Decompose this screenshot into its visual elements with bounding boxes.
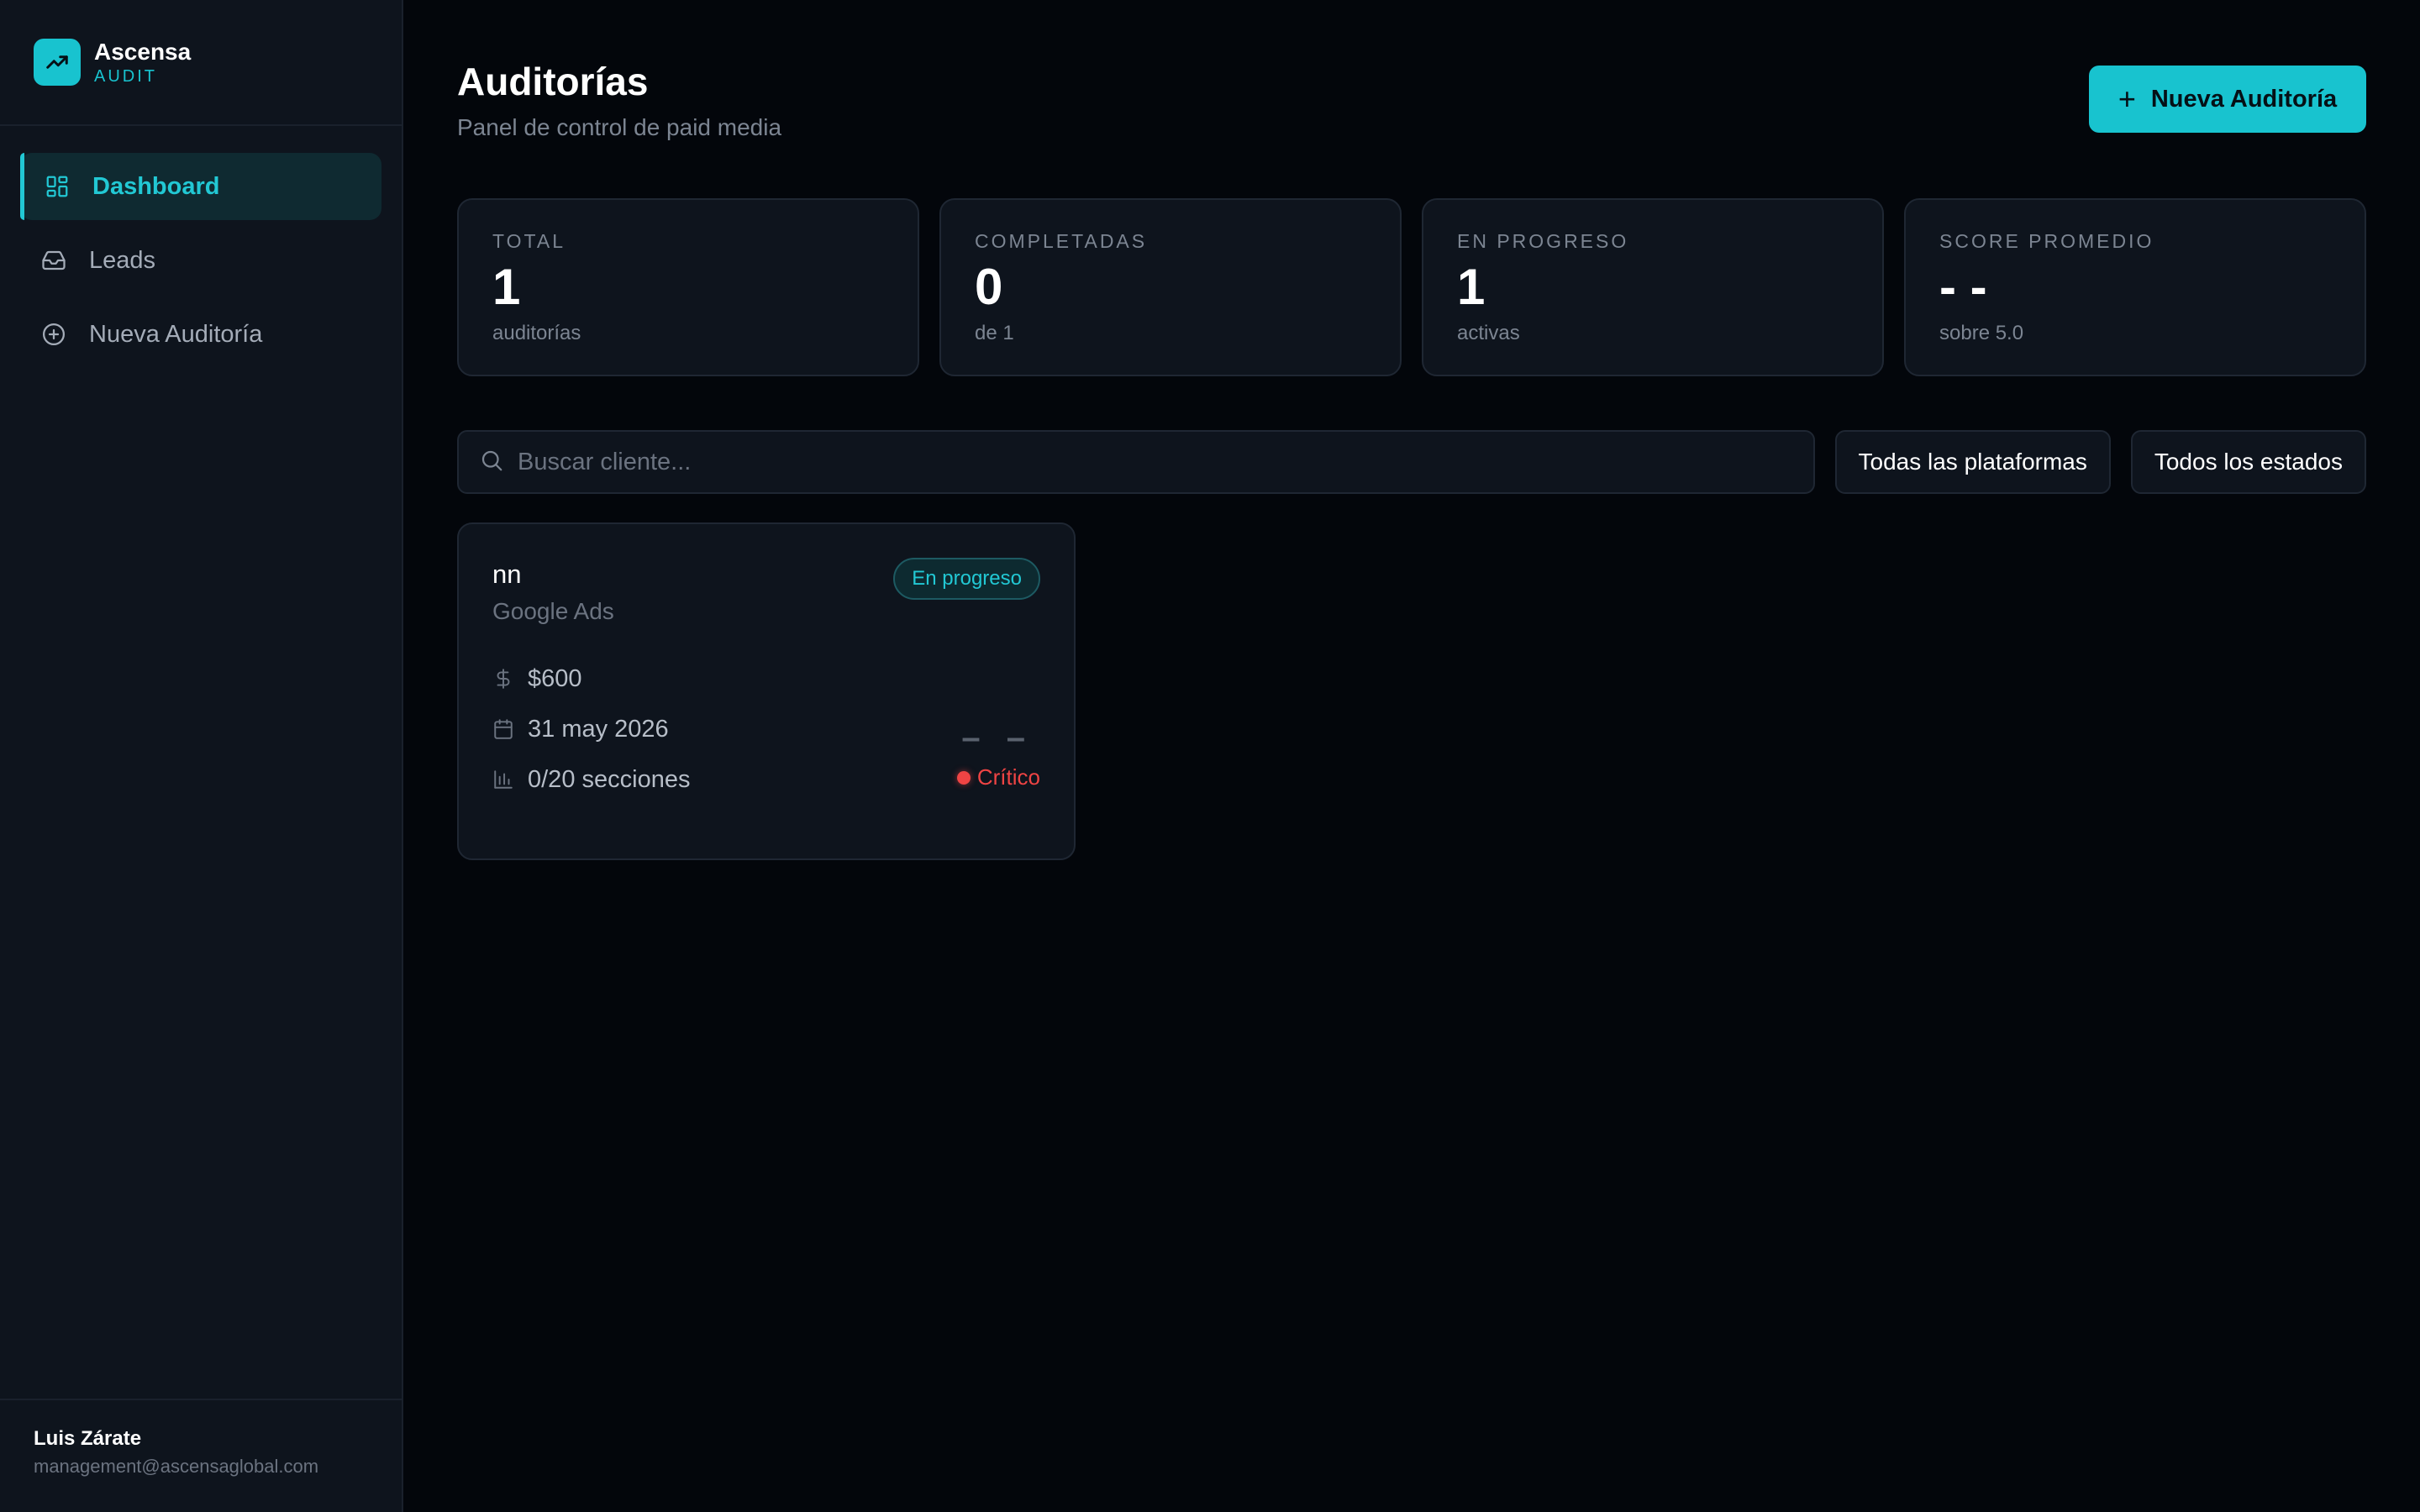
sidebar: Ascensa AUDIT Dashboard Leads Nueva Audi…	[0, 0, 403, 1512]
new-audit-button-label: Nueva Auditoría	[2150, 85, 2338, 113]
sidebar-nav: Dashboard Leads Nueva Auditoría	[0, 126, 402, 368]
audit-sections: 0/20 secciones	[528, 765, 691, 793]
audit-budget-row: $600	[492, 654, 1040, 704]
stat-card-completadas: COMPLETADAS 0 de 1	[939, 198, 1402, 376]
page-header: Auditorías Panel de control de paid medi…	[457, 0, 2366, 198]
status-badge: En progreso	[893, 558, 1040, 600]
audit-date-row: 31 may 2026	[492, 704, 1040, 754]
dashboard-grid-icon	[44, 173, 71, 200]
risk-label: Crítico	[976, 764, 1040, 790]
user-name: Luis Zárate	[34, 1427, 142, 1450]
audit-budget: $600	[528, 664, 582, 692]
plus-circle-icon	[40, 321, 67, 348]
new-audit-button[interactable]: + Nueva Auditoría	[2089, 66, 2366, 133]
calendar-icon	[492, 718, 514, 740]
user-email: management@ascensaglobal.com	[34, 1456, 319, 1477]
filters-bar: Todas las plataformas Todos los estados	[457, 430, 2366, 494]
stat-sub: auditorías	[492, 322, 581, 344]
sidebar-item-label: Dashboard	[92, 172, 220, 200]
brand[interactable]: Ascensa AUDIT	[0, 0, 402, 126]
stat-label: COMPLETADAS	[975, 230, 1148, 252]
sidebar-item-nueva-auditoria[interactable]: Nueva Auditoría	[20, 301, 381, 368]
sidebar-item-dashboard[interactable]: Dashboard	[20, 153, 381, 220]
stat-sub: activas	[1457, 322, 1520, 344]
audit-card[interactable]: nn Google Ads En progreso $600 31 may 20…	[457, 522, 1076, 860]
audit-score: – –	[961, 719, 1034, 756]
risk-dot-icon	[956, 770, 971, 785]
stat-sub: sobre 5.0	[1939, 322, 2024, 344]
stats-row: TOTAL 1 auditorías COMPLETADAS 0 de 1 EN…	[457, 198, 2366, 376]
stat-card-en-progreso: EN PROGRESO 1 activas	[1422, 198, 1884, 376]
search-box[interactable]	[457, 430, 1815, 494]
dollar-icon	[492, 668, 514, 690]
main-content: Auditorías Panel de control de paid medi…	[403, 0, 2420, 1512]
bar-chart-icon	[492, 769, 514, 790]
platform-filter-select[interactable]: Todas las plataformas	[1834, 430, 2111, 494]
stat-value: 1	[492, 259, 521, 315]
sidebar-item-leads[interactable]: Leads	[20, 227, 381, 294]
audit-date: 31 may 2026	[528, 715, 669, 743]
stat-value: 1	[1457, 259, 1486, 315]
brand-subtitle: AUDIT	[94, 67, 157, 86]
sidebar-item-label: Leads	[89, 246, 156, 274]
stat-label: EN PROGRESO	[1457, 230, 1629, 252]
audit-platform: Google Ads	[492, 598, 614, 624]
status-filter-select[interactable]: Todos los estados	[2130, 430, 2366, 494]
sidebar-item-label: Nueva Auditoría	[89, 320, 263, 348]
stat-value: 0	[975, 259, 1003, 315]
plus-icon: +	[2118, 81, 2136, 116]
stat-value: - -	[1939, 259, 1987, 315]
search-icon	[479, 448, 504, 477]
user-profile[interactable]: Luis Zárate management@ascensaglobal.com	[0, 1399, 402, 1512]
trending-up-icon	[34, 39, 81, 86]
inbox-icon	[40, 247, 67, 274]
risk-indicator: Crítico	[956, 764, 1040, 790]
page-title: Auditorías	[457, 60, 649, 103]
stat-label: SCORE PROMEDIO	[1939, 230, 2154, 252]
stat-label: TOTAL	[492, 230, 566, 252]
brand-name: Ascensa	[94, 39, 192, 65]
stat-card-total: TOTAL 1 auditorías	[457, 198, 919, 376]
search-input[interactable]	[518, 448, 1813, 476]
stat-card-score-promedio: SCORE PROMEDIO - - sobre 5.0	[1904, 198, 2366, 376]
stat-sub: de 1	[975, 322, 1014, 344]
page-subtitle: Panel de control de paid media	[457, 114, 782, 140]
